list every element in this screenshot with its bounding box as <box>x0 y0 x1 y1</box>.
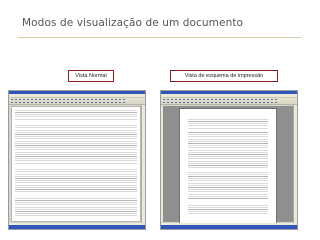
title-rule <box>18 37 301 38</box>
vertical-scrollbar <box>293 105 297 223</box>
vertical-scrollbar <box>141 105 145 223</box>
document-text <box>15 110 137 218</box>
document-page <box>179 108 277 226</box>
label-vista-impressao: Vista de esquema de impressão <box>170 70 278 82</box>
formatting-toolbar <box>161 101 297 105</box>
document-area <box>11 106 141 222</box>
formatting-toolbar <box>9 101 145 105</box>
taskbar <box>161 225 297 229</box>
page-background <box>163 106 293 226</box>
taskbar <box>9 225 145 229</box>
screenshot-print-layout-view <box>160 90 298 230</box>
slide-title: Modos de visualização de um documento <box>22 17 244 29</box>
screenshot-normal-view <box>8 90 146 230</box>
label-vista-normal: Vista Normal <box>68 70 114 82</box>
